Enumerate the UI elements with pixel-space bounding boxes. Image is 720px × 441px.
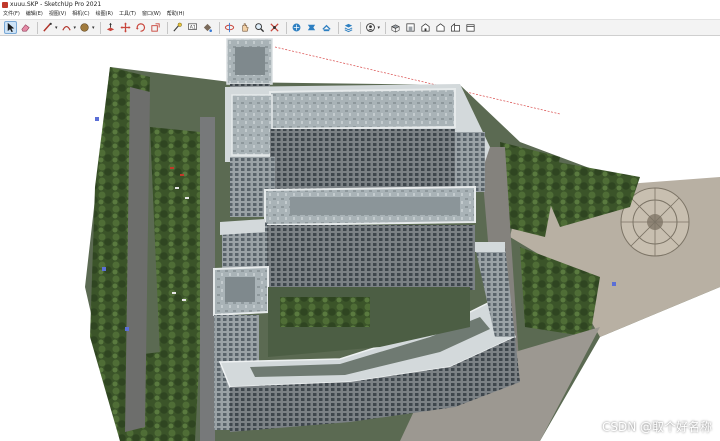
menu-bar: 文件(F) 编辑(E) 视图(V) 相机(C) 绘图(R) 工具(T) 窗口(W… [0, 10, 720, 19]
svg-text:A1: A1 [189, 24, 195, 30]
main-toolbar: ▾ ▾ ▾ A1 ▾ [0, 19, 720, 36]
layers-icon[interactable] [342, 21, 355, 34]
pan-icon[interactable] [238, 21, 251, 34]
courtyard-trees [280, 297, 370, 327]
arc-icon[interactable] [60, 21, 73, 34]
arc-dropdown-chevron-icon[interactable]: ▾ [74, 25, 77, 31]
menu-window[interactable]: 窗口(W) [139, 10, 164, 19]
select-icon[interactable] [4, 21, 17, 34]
paint-icon[interactable] [201, 21, 214, 34]
text-icon[interactable]: A1 [186, 21, 199, 34]
line-icon[interactable] [41, 21, 54, 34]
user-dropdown-chevron-icon[interactable]: ▾ [378, 25, 381, 31]
model-viewport[interactable]: CSDN @取个好名称 [0, 37, 720, 441]
photogrammetry-model [85, 38, 720, 441]
user-icon[interactable] [364, 21, 377, 34]
sketchup-app-icon [2, 2, 8, 8]
title-bar: xuuu.SKP - SketchUp Pro 2021 [0, 0, 720, 10]
extension-icon[interactable] [305, 21, 318, 34]
push-pull-icon[interactable] [104, 21, 117, 34]
back-view-icon[interactable] [434, 21, 447, 34]
front-view-icon[interactable] [404, 21, 417, 34]
top-view-icon[interactable] [389, 21, 402, 34]
warehouse-icon[interactable] [290, 21, 303, 34]
menu-view[interactable]: 视图(V) [46, 10, 69, 19]
move-icon[interactable] [119, 21, 132, 34]
shape-dropdown-chevron-icon[interactable]: ▾ [92, 25, 95, 31]
inner-road [200, 117, 215, 441]
left-view-icon[interactable] [449, 21, 462, 34]
iso-view-icon[interactable] [464, 21, 477, 34]
menu-draw[interactable]: 绘图(R) [93, 10, 116, 19]
watermark: CSDN @取个好名称 [601, 420, 712, 434]
scale-icon[interactable] [149, 21, 162, 34]
orbit-icon[interactable] [223, 21, 236, 34]
window-title: xuuu.SKP - SketchUp Pro 2021 [10, 1, 102, 8]
menu-edit[interactable]: 编辑(E) [23, 10, 46, 19]
right-view-icon[interactable] [419, 21, 432, 34]
menu-camera[interactable]: 相机(C) [69, 10, 92, 19]
eraser-icon[interactable] [19, 21, 32, 34]
line-dropdown-chevron-icon[interactable]: ▾ [55, 25, 58, 31]
zoom-icon[interactable] [253, 21, 266, 34]
rotate-icon[interactable] [134, 21, 147, 34]
menu-file[interactable]: 文件(F) [0, 10, 23, 19]
share-icon[interactable] [320, 21, 333, 34]
shape-icon[interactable] [78, 21, 91, 34]
menu-help[interactable]: 帮助(H) [164, 10, 188, 19]
tape-measure-icon[interactable] [171, 21, 184, 34]
zoom-extents-icon[interactable] [268, 21, 281, 34]
menu-tools[interactable]: 工具(T) [116, 10, 139, 19]
